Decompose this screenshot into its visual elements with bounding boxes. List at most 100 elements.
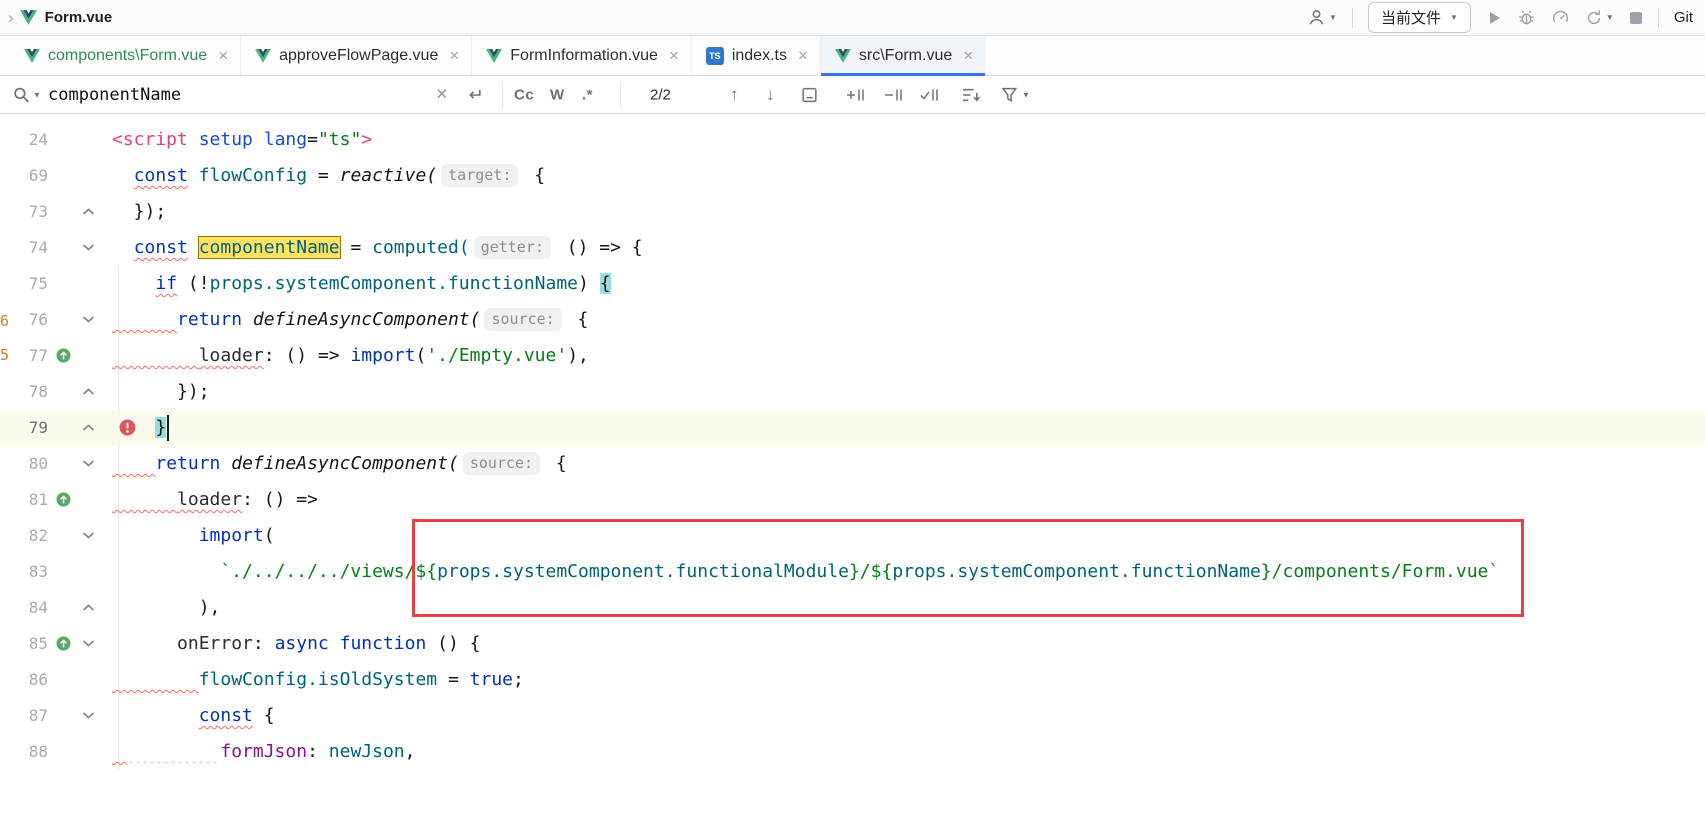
user-menu-button[interactable]: ▼ (1307, 8, 1337, 27)
editor-tabs: components\Form.vue×approveFlowPage.vue×… (0, 36, 1705, 76)
profiler-button[interactable] (1551, 8, 1570, 27)
remove-occurrence-button[interactable] (884, 86, 904, 103)
line-number[interactable]: 24 (0, 122, 48, 158)
code-segment: = (307, 165, 340, 186)
close-tab-icon[interactable]: × (218, 46, 228, 66)
line-number[interactable]: 73 (0, 194, 48, 230)
code-segment (112, 309, 177, 330)
code-segment: true (470, 669, 513, 690)
code-line[interactable]: 83 `./../../../views/${props.systemCompo… (0, 554, 1705, 590)
ide-window: › Form.vue ▼ 当前文件 ▼ ▼ (0, 0, 1705, 820)
code-segment: computed( (372, 237, 470, 258)
find-in-selection-button[interactable] (801, 86, 818, 103)
tab-label: FormInformation.vue (510, 47, 658, 65)
search-icon[interactable]: ▼ (13, 86, 41, 103)
close-tab-icon[interactable]: × (669, 46, 679, 66)
line-number[interactable]: 69 (0, 158, 48, 194)
code-line[interactable]: 75 if (!props.systemComponent.functionNa… (0, 266, 1705, 302)
code-segment: ( (264, 525, 275, 546)
debug-button[interactable] (1517, 8, 1536, 27)
regex-toggle[interactable]: .* (582, 86, 593, 103)
search-match: componentName (199, 237, 340, 258)
code-line[interactable]: 77 loader: () => import('./Empty.vue'), (0, 338, 1705, 374)
code-segment: : (307, 741, 329, 762)
code-line[interactable]: 84 ), (0, 590, 1705, 626)
apply-up-icon[interactable] (56, 492, 71, 507)
rerun-button[interactable]: ▼ (1585, 9, 1614, 27)
code-line[interactable]: 85 onError: async function () { (0, 626, 1705, 662)
close-tab-icon[interactable]: × (963, 46, 973, 66)
run-button[interactable] (1486, 10, 1502, 26)
code-line[interactable]: 79 } (0, 410, 1705, 446)
code-line[interactable]: 78 }); (0, 374, 1705, 410)
line-number[interactable]: 82 (0, 518, 48, 554)
code-segment: = (340, 237, 373, 258)
fold-marker-down[interactable] (82, 711, 95, 720)
code-line[interactable]: 82 import( (0, 518, 1705, 554)
run-config-selector[interactable]: 当前文件 ▼ (1368, 2, 1471, 33)
fold-marker-down[interactable] (82, 531, 95, 540)
clear-search-icon[interactable]: × (436, 83, 448, 106)
line-number[interactable]: 83 (0, 554, 48, 590)
code-segment (188, 129, 199, 150)
tab-src-form-vue[interactable]: src\Form.vue× (821, 36, 986, 75)
code-line[interactable]: 80 return defineAsyncComponent(source: { (0, 446, 1705, 482)
apply-up-icon[interactable] (56, 636, 71, 651)
filter-button[interactable]: ▼ (1002, 87, 1030, 102)
line-number[interactable]: 78 (0, 374, 48, 410)
fold-marker-down[interactable] (82, 315, 95, 324)
tab-approveflowpage-vue[interactable]: approveFlowPage.vue× (241, 36, 472, 75)
select-all-occurrences-button[interactable] (920, 86, 940, 103)
line-number[interactable]: 85 (0, 626, 48, 662)
code-segment: './Empty.vue' (426, 345, 567, 366)
newline-icon[interactable] (466, 87, 483, 102)
line-number[interactable]: 74 (0, 230, 48, 266)
fold-marker-down[interactable] (82, 639, 95, 648)
line-number[interactable]: 88 (0, 734, 48, 770)
fold-marker-up[interactable] (82, 423, 95, 432)
code-line[interactable]: 74 const componentName = computed(getter… (0, 230, 1705, 266)
whole-words-toggle[interactable]: W (550, 86, 565, 103)
search-input[interactable]: componentName (48, 85, 181, 105)
fold-marker-down[interactable] (82, 459, 95, 468)
fold-marker-up[interactable] (82, 387, 95, 396)
code-segment: function (340, 633, 427, 654)
stop-button[interactable] (1629, 11, 1643, 25)
line-number[interactable]: 79 (0, 410, 48, 446)
tab-index-ts[interactable]: TSindex.ts× (692, 36, 821, 75)
prev-match-button[interactable]: ↑ (730, 85, 739, 105)
git-menu[interactable]: Git (1674, 9, 1693, 26)
user-icon (1307, 8, 1326, 27)
tab-components-form-vue[interactable]: components\Form.vue× (10, 36, 241, 75)
line-number[interactable]: 84 (0, 590, 48, 626)
code-line[interactable]: 87 const { (0, 698, 1705, 734)
tab-forminformation-vue[interactable]: FormInformation.vue × (472, 36, 692, 75)
line-number[interactable]: 81 (0, 482, 48, 518)
code-line[interactable]: 73 }); (0, 194, 1705, 230)
line-number[interactable]: 87 (0, 698, 48, 734)
code-text: flowConfig.isOldSystem = true; (100, 662, 1705, 698)
line-number[interactable]: 80 (0, 446, 48, 482)
code-line[interactable]: 81 loader: () => (0, 482, 1705, 518)
gutter: 85 (0, 626, 100, 662)
match-case-toggle[interactable]: Cc (514, 86, 534, 103)
line-number[interactable]: 75 (0, 266, 48, 302)
code-text: return defineAsyncComponent(source: { (100, 446, 1705, 482)
text-cursor (167, 415, 169, 441)
apply-up-icon[interactable] (56, 348, 71, 363)
line-number[interactable]: 86 (0, 662, 48, 698)
fold-marker-up[interactable] (82, 207, 95, 216)
code-editor[interactable]: 24<script setup lang="ts">69 const flowC… (0, 114, 1705, 820)
close-tab-icon[interactable]: × (449, 46, 459, 66)
sort-results-button[interactable] (962, 87, 981, 102)
add-occurrence-button[interactable] (846, 86, 866, 103)
code-line[interactable]: 76 return defineAsyncComponent(source: { (0, 302, 1705, 338)
fold-marker-down[interactable] (82, 243, 95, 252)
code-line[interactable]: 86 flowConfig.isOldSystem = true; (0, 662, 1705, 698)
code-line[interactable]: 69 const flowConfig = reactive(target: { (0, 158, 1705, 194)
next-match-button[interactable]: ↓ (766, 85, 775, 105)
close-tab-icon[interactable]: × (798, 46, 808, 66)
fold-marker-up[interactable] (82, 603, 95, 612)
code-line[interactable]: 24<script setup lang="ts"> (0, 122, 1705, 158)
code-line[interactable]: 88 formJson: newJson, (0, 734, 1705, 770)
